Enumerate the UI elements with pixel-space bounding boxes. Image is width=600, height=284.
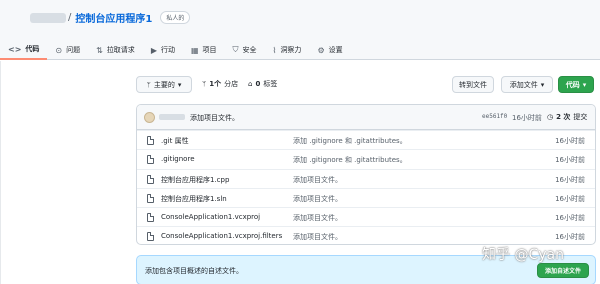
tag-unit: 标签	[263, 80, 278, 88]
readme-prompt-text: 添加包含项目概述的自述文件。	[145, 267, 243, 275]
tab-label: 项目	[202, 46, 217, 54]
left-divider	[0, 61, 1, 284]
table-row: .git 属性 添加 .gitignore 和 .gitattributes。 …	[137, 130, 595, 149]
project-icon: ▦	[190, 45, 199, 55]
tab-issues[interactable]: ⊙ 问题	[47, 40, 88, 60]
tab-security[interactable]: ⛉ 安全	[225, 40, 265, 60]
file-list: 添加项目文件。 ee561f0 16小时前 ◷ 2 次 提交 .git 属性 添…	[136, 104, 596, 245]
repo-toolbar: ᛘ 主要的 ▾ ᛘ 1个 分店 ⌂ 0 标签 转到文件 添加文件 ▾ 代码 ▾	[136, 76, 596, 96]
code-icon: <>	[8, 44, 22, 54]
add-file-label: 添加文件	[509, 80, 538, 89]
owner-name-blurred[interactable]	[30, 13, 66, 23]
tab-label: 代码	[25, 45, 40, 53]
tag-icon: ⌂	[248, 80, 253, 88]
chevron-down-icon: ▾	[177, 80, 182, 89]
watermark: 知乎 @Cyan	[482, 247, 564, 263]
tab-actions[interactable]: ▶ 行动	[143, 40, 183, 60]
add-readme-button[interactable]: 添加自述文件	[537, 263, 589, 278]
commit-count: 2 次	[556, 113, 571, 121]
file-icon	[147, 155, 154, 165]
file-commit-message[interactable]: 添加项目文件。	[293, 232, 342, 242]
commit-history-link[interactable]: ◷ 2 次 提交	[547, 112, 587, 122]
chevron-down-icon: ▾	[540, 80, 545, 89]
repo-name-link[interactable]: 控制台应用程序1	[75, 10, 152, 25]
file-icon	[147, 136, 154, 145]
author-name-blurred[interactable]	[159, 114, 185, 120]
branch-icon: ᛘ	[202, 80, 207, 88]
shield-icon: ⛉	[232, 45, 239, 54]
graph-icon: ⌇	[272, 45, 277, 55]
file-icon	[147, 232, 154, 242]
go-to-file-button[interactable]: 转到文件	[452, 76, 494, 93]
branch-unit: 分店	[224, 80, 239, 88]
file-commit-message[interactable]: 添加 .gitignore 和 .gitattributes。	[293, 136, 407, 146]
private-badge: 私人的	[160, 11, 191, 24]
file-icon	[147, 213, 154, 223]
tab-label: 问题	[66, 46, 81, 54]
issue-icon: ⊙	[55, 45, 63, 55]
table-row: 控制台应用程序1.cpp 添加项目文件。 16小时前	[137, 168, 595, 188]
tab-label: 行动	[160, 46, 175, 54]
tab-code[interactable]: <> 代码	[0, 40, 48, 60]
file-time: 16小时前	[555, 214, 585, 223]
file-commit-message[interactable]: 添加 .gitignore 和 .gitattributes。	[293, 155, 407, 165]
commit-message[interactable]: 添加项目文件。	[190, 113, 239, 123]
branch-count: 1个	[209, 80, 222, 88]
repo-header: / 控制台应用程序1 私人的 <> 代码 ⊙ 问题 ⇅ 拉取请求 ▶ 行动 ▦ …	[0, 0, 600, 60]
file-commit-message[interactable]: 添加项目文件。	[293, 175, 342, 185]
table-row: ConsoleApplication1.vcxproj 添加项目文件。 16小时…	[137, 207, 595, 226]
repo-tabs: <> 代码 ⊙ 问题 ⇅ 拉取请求 ▶ 行动 ▦ 项目 ⛉ 安全 ⌇ 洞察力 ⚙	[0, 40, 351, 60]
actions-icon: ▶	[150, 45, 157, 55]
tab-label: 安全	[242, 46, 257, 54]
file-time: 16小时前	[555, 194, 585, 203]
branch-icon: ᛘ	[146, 80, 151, 89]
latest-commit-bar: 添加项目文件。 ee561f0 16小时前 ◷ 2 次 提交	[137, 105, 595, 130]
pull-request-icon: ⇅	[96, 45, 103, 55]
chevron-down-icon: ▾	[582, 80, 587, 89]
file-time: 16小时前	[555, 175, 585, 184]
avatar[interactable]	[144, 112, 155, 123]
file-name-link[interactable]: .gitignore	[161, 155, 195, 163]
file-commit-message[interactable]: 添加项目文件。	[293, 194, 342, 204]
file-name-link[interactable]: ConsoleApplication1.vcxproj	[161, 213, 260, 221]
add-file-button[interactable]: 添加文件 ▾	[501, 76, 553, 93]
file-name-link[interactable]: ConsoleApplication1.vcxproj.filters	[161, 232, 282, 240]
branch-name: 主要的	[153, 80, 175, 89]
file-name-link[interactable]: .git 属性	[161, 136, 189, 146]
table-row: .gitignore 添加 .gitignore 和 .gitattribute…	[137, 149, 595, 168]
history-icon: ◷	[547, 113, 554, 121]
tab-settings[interactable]: ⚙ 设置	[309, 40, 350, 60]
path-separator: /	[68, 12, 72, 23]
tab-label: 洞察力	[280, 46, 302, 54]
file-time: 16小时前	[555, 137, 585, 145]
file-time: 16小时前	[555, 156, 585, 165]
tags-link[interactable]: ⌂ 0 标签	[248, 79, 277, 89]
commit-count-unit: 提交	[573, 113, 588, 121]
file-icon	[147, 174, 154, 184]
file-icon	[147, 193, 154, 203]
branches-link[interactable]: ᛘ 1个 分店	[202, 79, 238, 89]
commit-sha[interactable]: ee561f0	[482, 113, 507, 120]
branch-select-button[interactable]: ᛘ 主要的 ▾	[136, 76, 192, 93]
table-row: ConsoleApplication1.vcxproj.filters 添加项目…	[137, 226, 595, 244]
table-row: 控制台应用程序1.sln 添加项目文件。 16小时前	[137, 187, 595, 207]
file-name-link[interactable]: 控制台应用程序1.sln	[161, 194, 227, 204]
tab-projects[interactable]: ▦ 项目	[183, 40, 225, 60]
tag-count: 0	[255, 80, 261, 88]
gear-icon: ⚙	[317, 45, 325, 55]
commit-time: 16小时前	[512, 114, 542, 122]
tab-insights[interactable]: ⌇ 洞察力	[265, 40, 310, 60]
repo-title: / 控制台应用程序1 私人的	[68, 10, 191, 25]
tab-pull-requests[interactable]: ⇅ 拉取请求	[88, 40, 143, 60]
code-label: 代码	[565, 80, 580, 89]
tab-label: 设置	[328, 46, 343, 54]
tab-label: 拉取请求	[106, 46, 135, 54]
file-time: 16小时前	[555, 233, 585, 242]
file-commit-message[interactable]: 添加项目文件。	[293, 213, 342, 223]
file-name-link[interactable]: 控制台应用程序1.cpp	[161, 175, 229, 185]
code-button[interactable]: 代码 ▾	[558, 76, 594, 93]
